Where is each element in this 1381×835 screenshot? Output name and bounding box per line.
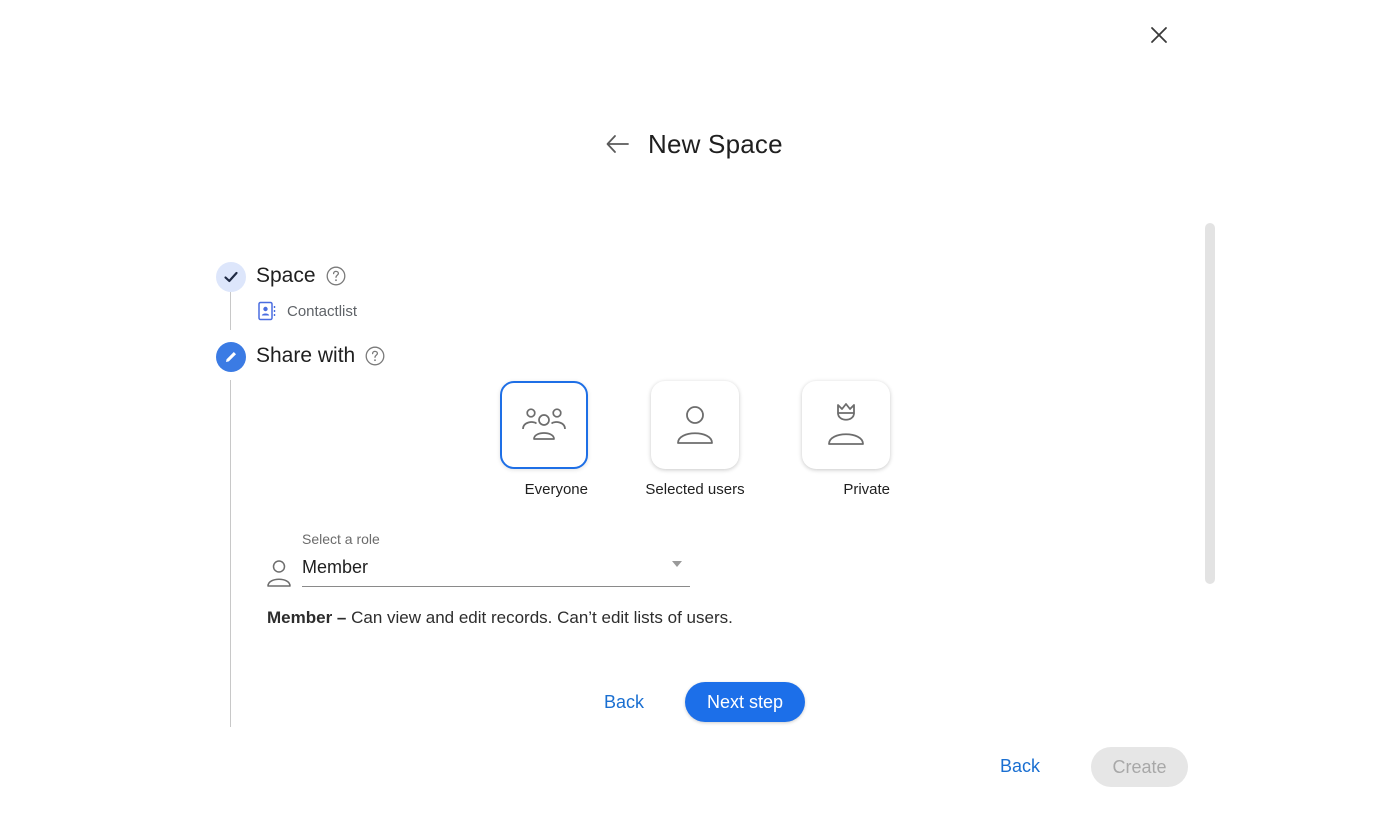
user-crown-icon <box>828 403 864 445</box>
contact-card-icon <box>258 301 276 321</box>
role-description-text: Can view and edit records. Can’t edit li… <box>346 608 733 627</box>
role-description-title: Member – <box>267 608 347 627</box>
next-step-button[interactable]: Next step <box>685 682 805 722</box>
role-select-value: Member <box>302 557 369 577</box>
share-option-tile[interactable] <box>500 381 588 469</box>
share-option-label: Everyone <box>524 481 588 498</box>
check-icon <box>224 271 238 283</box>
page-title: New Space <box>648 128 783 159</box>
pencil-icon <box>226 352 236 362</box>
person-icon <box>267 560 291 587</box>
scrollbar[interactable] <box>1205 223 1215 584</box>
share-option-selected-users[interactable]: Selected users <box>645 381 745 499</box>
step-back-button[interactable]: Back <box>604 692 644 713</box>
role-select-label: Select a role <box>302 531 380 547</box>
share-option-label: Selected users <box>645 481 745 498</box>
footer-back-button[interactable]: Back <box>1000 756 1040 777</box>
share-option-everyone[interactable]: Everyone <box>500 381 588 499</box>
user-icon <box>677 406 713 444</box>
step-connector <box>230 380 231 727</box>
step-space: Space <box>256 264 346 288</box>
create-button: Create <box>1091 747 1188 787</box>
step-active-indicator <box>216 342 246 372</box>
selected-space-name: Contactlist <box>287 302 358 320</box>
step-connector <box>230 292 231 330</box>
caret-down-icon <box>672 561 682 567</box>
role-select[interactable]: Member <box>302 554 690 587</box>
step-share: Share with <box>256 344 385 368</box>
step-space-title: Space <box>256 264 316 287</box>
help-icon[interactable] <box>365 346 385 366</box>
share-option-label: Private <box>843 481 890 498</box>
dialog-header: New Space <box>604 124 783 164</box>
new-space-dialog: New Space Space Contactlist Share with E… <box>0 0 1381 835</box>
step-completed-indicator <box>216 262 246 292</box>
users-group-icon <box>522 408 566 440</box>
selected-space: Contactlist <box>257 301 357 321</box>
help-icon[interactable] <box>326 266 346 286</box>
share-option-private[interactable]: Private <box>802 381 890 499</box>
share-option-tile[interactable] <box>651 381 739 469</box>
step-share-title: Share with <box>256 344 356 367</box>
share-option-tile[interactable] <box>802 381 890 469</box>
role-description: Member – Can view and edit records. Can’… <box>267 608 733 628</box>
back-arrow-icon[interactable] <box>604 130 632 158</box>
close-icon[interactable] <box>1146 22 1172 48</box>
